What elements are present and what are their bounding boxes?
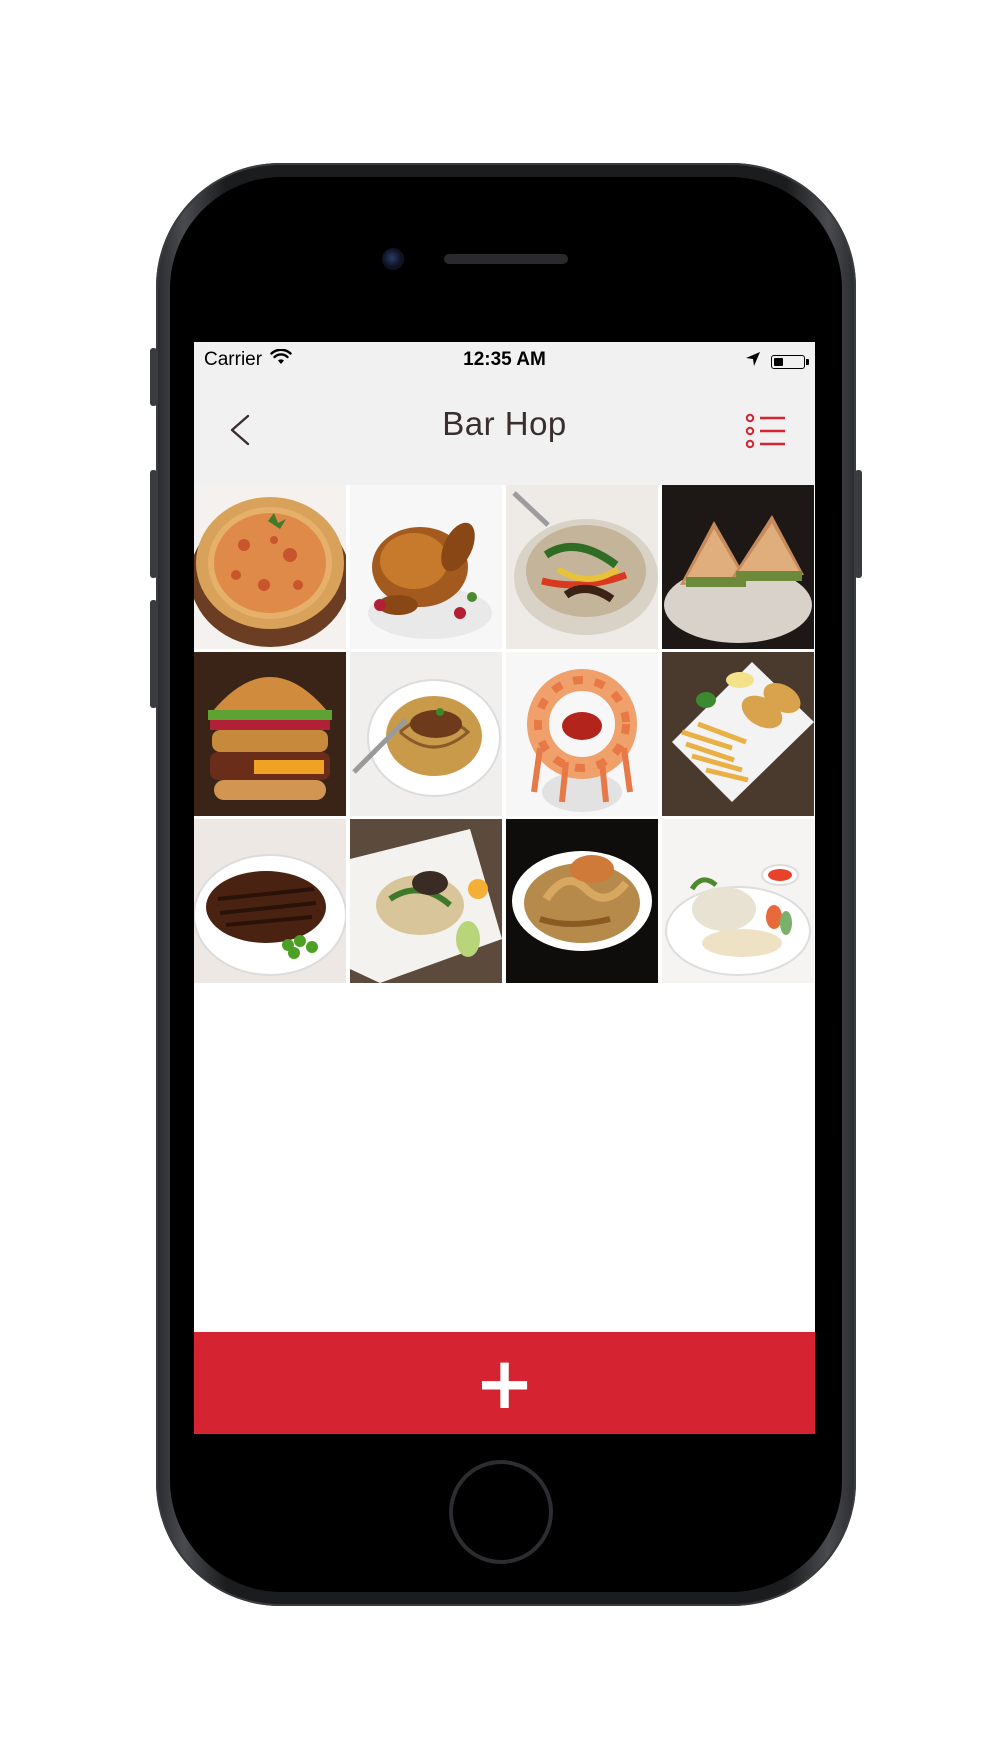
- photo-tile-chicken-rice[interactable]: [662, 819, 814, 983]
- location-arrow-icon: [745, 351, 761, 373]
- photo-tile-roast-chicken[interactable]: [350, 485, 502, 649]
- photo-tile-pizza[interactable]: [194, 485, 346, 649]
- status-bar: Carrier 12:35 AM: [194, 342, 815, 378]
- page-title: Bar Hop: [442, 405, 567, 442]
- app-screen: Carrier 12:35 AM Bar Hop +: [194, 342, 815, 1434]
- device-mockup: Carrier 12:35 AM Bar Hop +: [0, 0, 1000, 1750]
- photo-grid: [194, 485, 815, 983]
- earpiece-speaker: [444, 254, 568, 264]
- plus-icon: +: [474, 1341, 535, 1425]
- steak-photo: [194, 819, 346, 983]
- front-camera: [382, 248, 404, 270]
- status-right: [745, 351, 809, 373]
- chicken-rice-photo: [662, 819, 814, 983]
- seafood-noodles-photo: [350, 819, 502, 983]
- photo-tile-steak[interactable]: [194, 819, 346, 983]
- home-button[interactable]: [449, 1460, 553, 1564]
- navigation-bar: Bar Hop: [194, 378, 815, 485]
- battery-cap: [806, 359, 809, 365]
- photo-tile-shrimp-cocktail[interactable]: [506, 652, 658, 816]
- photo-tile-stir-fry[interactable]: [506, 485, 658, 649]
- battery-icon: [771, 355, 809, 369]
- photo-tile-spaghetti[interactable]: [350, 652, 502, 816]
- burger-photo: [194, 652, 346, 816]
- list-icon: [745, 413, 785, 449]
- pizza-photo: [194, 485, 346, 649]
- status-time: 12:35 AM: [463, 349, 546, 370]
- add-button[interactable]: +: [194, 1332, 815, 1434]
- fish-and-chips-photo: [662, 652, 814, 816]
- photo-tile-club-sandwich[interactable]: [662, 485, 814, 649]
- power-button: [855, 470, 862, 578]
- photo-tile-burger[interactable]: [194, 652, 346, 816]
- photo-tile-seafood-noodles[interactable]: [350, 819, 502, 983]
- photo-tile-prawn-dish[interactable]: [506, 819, 658, 983]
- battery-fill: [774, 358, 783, 366]
- list-view-button[interactable]: [745, 411, 785, 451]
- roast-chicken-photo: [350, 485, 502, 649]
- prawn-dish-photo: [506, 819, 658, 983]
- club-sandwich-photo: [662, 485, 814, 649]
- spaghetti-photo: [350, 652, 502, 816]
- photo-tile-fish-and-chips[interactable]: [662, 652, 814, 816]
- stir-fry-photo: [506, 485, 658, 649]
- shrimp-cocktail-photo: [506, 652, 658, 816]
